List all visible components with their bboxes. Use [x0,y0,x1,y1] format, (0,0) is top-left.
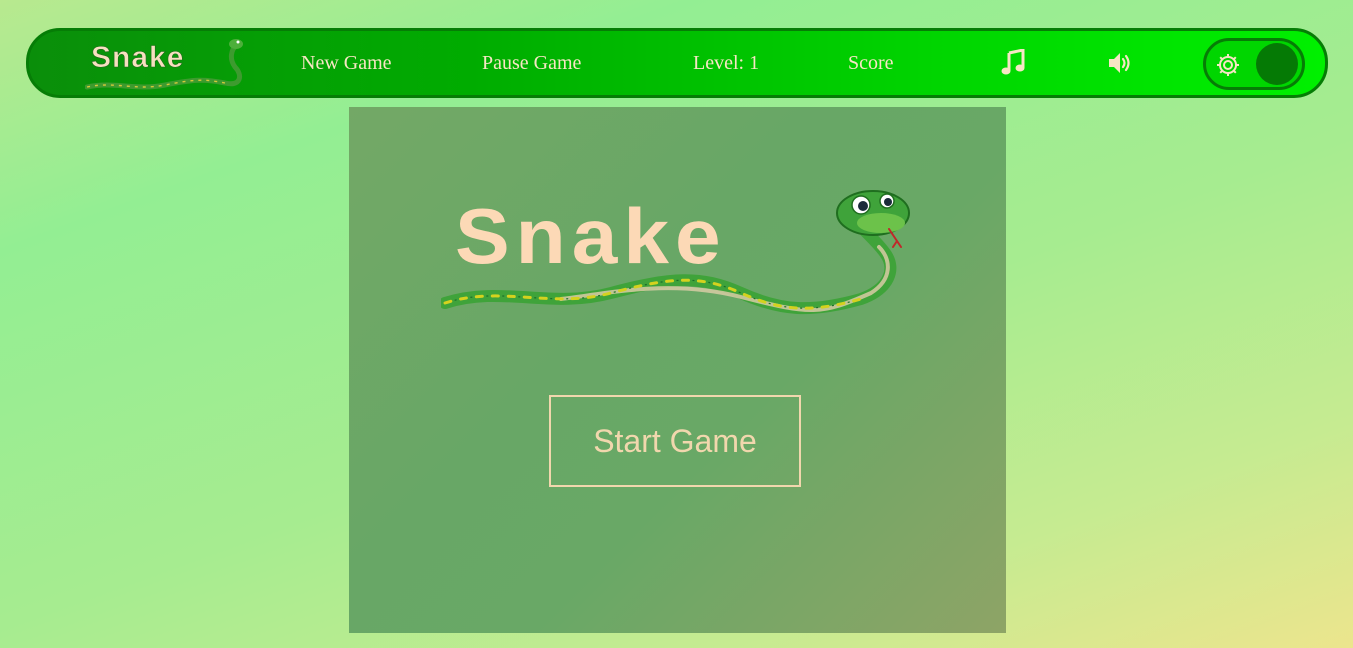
top-navbar: Snake New Game Pause Game Level: 1 Score [26,28,1328,98]
gear-icon [1217,54,1239,76]
settings-toggle[interactable] [1203,38,1305,90]
snake-logo[interactable]: Snake [85,35,245,93]
pause-game-button[interactable]: Pause Game [482,31,581,95]
toggle-knob[interactable] [1256,43,1298,85]
music-note-icon[interactable] [999,49,1027,77]
svg-text:Snake: Snake [455,193,727,280]
start-game-button[interactable]: Start Game [549,395,801,487]
level-indicator: Level: 1 [693,52,760,74]
snake-title-logo: Snake [441,190,910,315]
new-game-button[interactable]: New Game [301,31,392,95]
svg-text:Snake: Snake [91,41,184,74]
speaker-volume-icon[interactable] [1107,49,1135,77]
score-label: Score [848,52,894,74]
game-board: Snake Start Game [349,107,1006,633]
